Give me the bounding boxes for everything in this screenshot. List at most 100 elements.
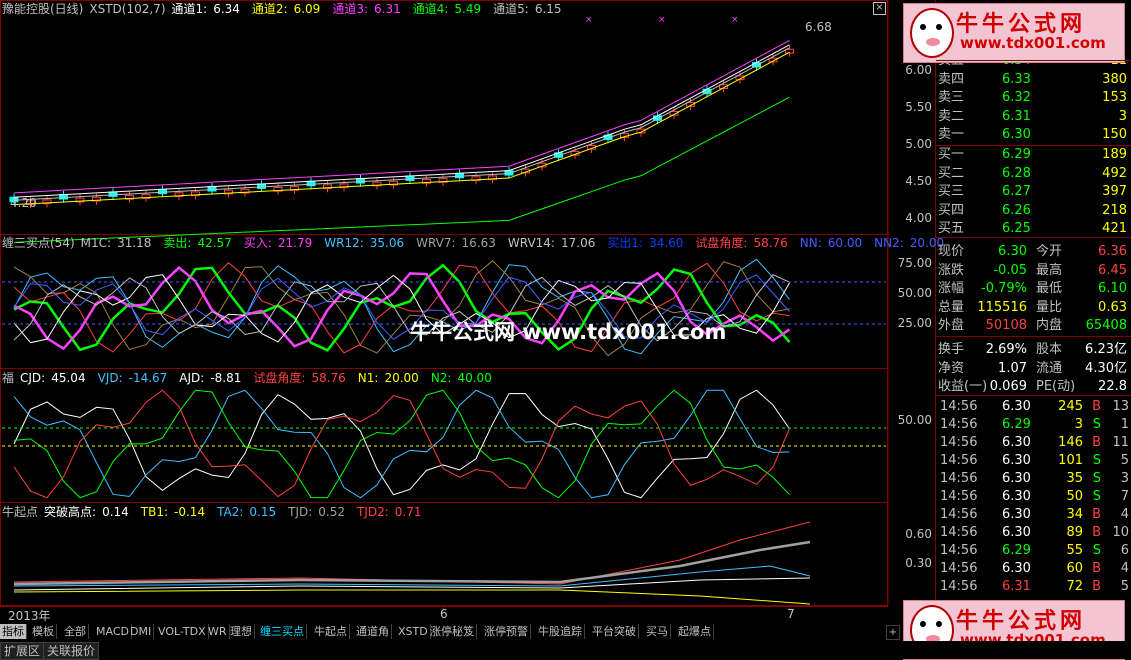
divider xyxy=(936,336,1131,337)
channel-item-value: 6.31 xyxy=(374,2,401,16)
p4-item-value: -0.14 xyxy=(174,505,206,519)
channel-item: 通道4: 5.49 xyxy=(413,2,487,16)
divider xyxy=(936,237,1131,238)
tab-3[interactable]: MACD xyxy=(94,624,132,639)
candle-body xyxy=(752,62,761,68)
tick-count: 4 xyxy=(1120,507,1129,522)
stat-label: 内盘 xyxy=(1036,318,1063,334)
level-price: 6.27 xyxy=(1002,184,1031,200)
channel-item-value: 6.34 xyxy=(213,2,240,16)
tick-count: 6 xyxy=(1120,543,1129,558)
tab-13[interactable]: 涨停预警 xyxy=(482,624,531,639)
tick-volume: 3 xyxy=(1074,417,1083,432)
tab-10[interactable]: 通道角 xyxy=(354,624,392,639)
x-label-month7: 7 xyxy=(787,607,795,621)
p2-item-value: 58.76 xyxy=(753,236,788,250)
tab-17[interactable]: 起爆点 xyxy=(676,624,714,639)
level-label: 买三 xyxy=(938,184,965,200)
p2-item-label: NN: xyxy=(799,236,822,250)
stat-label: 外盘 xyxy=(938,318,965,334)
tick-price: 6.30 xyxy=(1002,399,1031,414)
tick-side: B xyxy=(1092,525,1101,540)
tab-16[interactable]: 买马 xyxy=(644,624,671,639)
channel-item: 通道1: 6.34 xyxy=(172,2,246,16)
tick-time: 14:56 xyxy=(940,453,978,468)
panel4-name: 牛起点 xyxy=(2,505,39,519)
p2-y-tick: 50.00 xyxy=(897,286,932,300)
panel3-name: 福 xyxy=(2,371,15,385)
stat-value: 6.30 xyxy=(998,244,1027,259)
p3-item: AJD: -8.81 xyxy=(179,371,247,385)
tab-8[interactable]: 缠三买点 xyxy=(258,624,307,639)
channel-item: 通道5: 6.15 xyxy=(493,2,567,16)
stat-row: 净资 1.07 流通 4.30亿 xyxy=(936,360,1131,378)
tick-price: 6.30 xyxy=(1002,435,1031,450)
channel-item-label: 通道5: xyxy=(493,2,529,16)
p3-item: VJD: -14.67 xyxy=(98,371,174,385)
stat-label: 换手 xyxy=(938,342,965,357)
bottom-tab-0[interactable]: 扩展区 xyxy=(0,642,45,660)
p3-item-value: 40.00 xyxy=(457,371,492,385)
stat-value: 6.36 xyxy=(1098,244,1127,259)
candle-body xyxy=(702,88,712,95)
candle-body xyxy=(455,172,464,179)
p2-item-value: 42.57 xyxy=(197,236,232,250)
scroll-right-icon[interactable]: + xyxy=(886,625,900,640)
p2-item-label: 试盘角度: xyxy=(695,236,748,250)
p2-item: WR12: 35.06 xyxy=(324,236,410,250)
tab-15[interactable]: 平台突破 xyxy=(590,624,639,639)
stat-value: 4.30亿 xyxy=(1085,360,1127,376)
candle-body xyxy=(207,186,217,192)
tab-2[interactable]: 全部 xyxy=(62,624,89,639)
tick-side: B xyxy=(1092,435,1101,450)
close-icon[interactable]: × xyxy=(873,2,886,15)
bottom-tab-1[interactable]: 关联报价 xyxy=(43,642,100,660)
signal-marker: × xyxy=(658,15,666,25)
stat-row: 现价 6.30 今开 6.36 xyxy=(936,243,1131,261)
tab-5[interactable]: VOL-TDX xyxy=(156,624,209,639)
tab-6[interactable]: WR xyxy=(206,624,230,639)
tab-11[interactable]: XSTD xyxy=(396,624,431,639)
order-book-row: 卖三 6.32 153 xyxy=(936,89,1131,107)
p2-item: 试盘角度: 58.76 xyxy=(695,236,793,250)
stock-name: 豫能控股(日线) xyxy=(2,2,84,16)
tick-side: S xyxy=(1092,489,1101,504)
tab-7[interactable]: 理想 xyxy=(228,624,255,639)
tab-1[interactable]: 模板 xyxy=(30,624,57,639)
tab-14[interactable]: 牛股追踪 xyxy=(536,624,585,639)
p3-item-value: 58.76 xyxy=(311,371,346,385)
stat-label: 最高 xyxy=(1036,262,1063,278)
p4-item-label: TJD: xyxy=(288,505,313,519)
p2-item-value: 34.60 xyxy=(649,236,684,250)
p4-item: TJD2: 0.71 xyxy=(357,505,428,519)
level-label: 卖四 xyxy=(938,71,965,87)
order-book-row: 卖四 6.33 380 xyxy=(936,71,1131,89)
divider xyxy=(936,395,1131,396)
tick-count: 11 xyxy=(1112,435,1129,450)
signal-marker: × xyxy=(731,15,739,25)
stat-label: 收益(一) xyxy=(938,379,988,395)
tab-4[interactable]: DMI xyxy=(128,624,155,639)
level-price: 6.26 xyxy=(1002,202,1031,218)
p2-item-label: WRV14: xyxy=(507,236,555,250)
tick-side: S xyxy=(1092,471,1101,486)
tick-row: 14:56 6.30 101 S 5 xyxy=(936,452,1131,470)
x-label-year: 2013年 xyxy=(8,609,51,623)
bottom-bar: 扩展区 关联报价 xyxy=(0,641,1131,660)
level-label: 买二 xyxy=(938,165,965,181)
tick-side: B xyxy=(1092,507,1101,522)
p4-item: TB1: -0.14 xyxy=(141,505,211,519)
tab-0[interactable]: 指标 xyxy=(0,624,27,639)
level-volume: 421 xyxy=(1102,221,1127,237)
tick-time: 14:56 xyxy=(940,489,978,504)
tab-12[interactable]: 涨停秘笈 xyxy=(428,624,477,639)
candle-body xyxy=(306,180,316,187)
p4-item-value: 0.52 xyxy=(318,505,345,519)
order-book-row: 买一 6.29 189 xyxy=(936,146,1131,164)
tab-9[interactable]: 牛起点 xyxy=(312,624,350,639)
candle-body xyxy=(59,194,68,200)
indicator-line xyxy=(13,589,811,605)
level-volume: 218 xyxy=(1102,202,1127,218)
p3-item: N2: 40.00 xyxy=(431,371,498,385)
p4-item-value: 0.14 xyxy=(102,505,129,519)
